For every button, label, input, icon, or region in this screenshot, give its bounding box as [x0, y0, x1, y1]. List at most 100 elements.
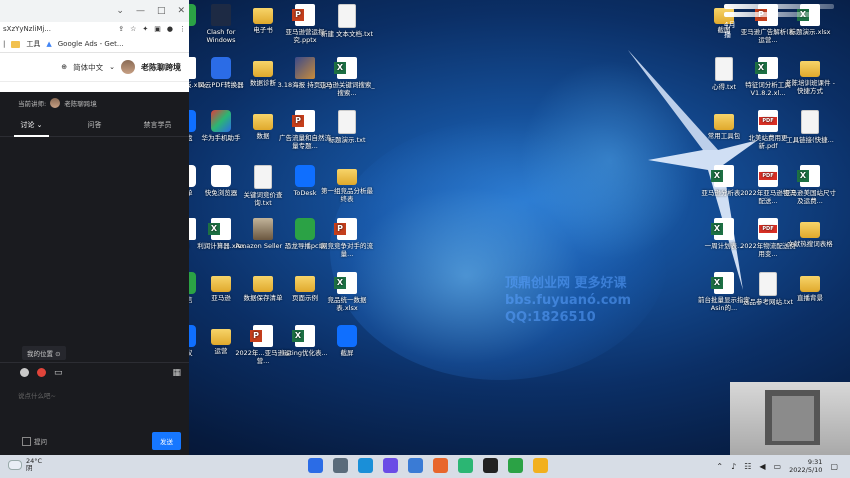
- desktop-icon[interactable]: 文献热搜词表格: [782, 218, 838, 248]
- taskbar-app-icon[interactable]: [383, 458, 398, 473]
- chevron-up-icon[interactable]: ⌃: [716, 462, 723, 471]
- volume-icon[interactable]: ◀: [759, 462, 765, 471]
- txt-icon: [715, 57, 733, 81]
- desktop-icon[interactable]: 截屏: [319, 325, 375, 357]
- taskbar-app-icon[interactable]: [483, 458, 498, 473]
- desktop-icon-label: 标题演示.txt: [328, 136, 366, 144]
- chevron-down-icon[interactable]: ⌄: [109, 63, 115, 71]
- taskbar-app-icon[interactable]: [433, 458, 448, 473]
- clock[interactable]: 9:31 2022/5/10: [789, 458, 822, 474]
- location-icon: ⊙: [55, 350, 61, 358]
- desktop-icon-label: 亚马逊美国站尺寸及运费...: [784, 189, 836, 205]
- chevron-down-icon[interactable]: ⌄: [116, 6, 124, 16]
- language-selector[interactable]: 简体中文: [73, 62, 103, 73]
- gift-icon[interactable]: [37, 368, 46, 377]
- menu-icon[interactable]: ⋮: [179, 25, 186, 33]
- extensions-icon[interactable]: ✦: [142, 25, 148, 33]
- my-position-button[interactable]: 我的位置 ⊙: [22, 346, 66, 360]
- avatar[interactable]: [121, 60, 135, 74]
- excel-icon: [208, 218, 231, 240]
- bookmark-tools[interactable]: 工具: [26, 39, 40, 49]
- pdf-icon: [758, 218, 778, 240]
- url-text[interactable]: sXzYyNzliMj...: [3, 25, 112, 33]
- desktop-icon[interactable]: 网竞竞争对手的流量...: [319, 218, 375, 258]
- tab-muted-students[interactable]: 禁言学员: [126, 114, 189, 136]
- widget-text: 播: [724, 31, 731, 39]
- desktop-icon-label: 截屏: [340, 349, 354, 357]
- presenter-name: 老陈聊跨境: [64, 100, 97, 108]
- emoji-icon[interactable]: [20, 368, 29, 377]
- tab-discussion[interactable]: 讨论 ⌄: [0, 114, 63, 137]
- app-hw-icon: [211, 110, 231, 132]
- tab-qa[interactable]: 问答: [63, 114, 126, 136]
- folder-icon: [800, 61, 820, 77]
- presenter-row: 当前讲师: 老陈聊跨境: [0, 92, 189, 114]
- folder-icon: [211, 329, 231, 345]
- tab-label: 问答: [87, 121, 102, 129]
- address-bar[interactable]: sXzYyNzliMj... ⇪ ☆ ✦ ▣ ● ⋮: [0, 22, 189, 36]
- taskbar-app-icon[interactable]: [533, 458, 548, 473]
- taskbar-app-icon[interactable]: [408, 458, 423, 473]
- weather-widget[interactable]: 24°C 阴: [8, 458, 42, 472]
- desktop-icon[interactable]: 亚马逊关键词搜索_搜索...: [319, 57, 375, 97]
- bookmark-folder-icon: [11, 40, 21, 48]
- pdf-icon: [758, 110, 778, 132]
- taskbar-app-icon[interactable]: [358, 458, 373, 473]
- app-amz-icon: [253, 218, 273, 240]
- profile-icon[interactable]: ●: [167, 25, 173, 33]
- microphone-icon[interactable]: ♪: [731, 462, 736, 471]
- folder-icon[interactable]: ▭: [54, 368, 63, 378]
- desktop-icon-label: 竞品统一数据表.xlsx: [327, 296, 367, 312]
- network-icon[interactable]: ☷: [744, 462, 751, 471]
- question-label: 提问: [34, 437, 47, 446]
- date: 2022/5/10: [789, 466, 823, 474]
- txt-icon: [338, 4, 356, 28]
- desktop-icon[interactable]: 直播背景: [782, 272, 838, 302]
- battery-icon[interactable]: ▭: [774, 462, 782, 471]
- taskbar-app-icon[interactable]: [458, 458, 473, 473]
- desktop-icon[interactable]: 标题演示.txt: [319, 110, 375, 144]
- desktop-icon[interactable]: 新建 文本文档.txt: [319, 4, 375, 38]
- desktop-icon[interactable]: 竞品统一数据表.xlsx: [319, 272, 375, 312]
- bookmark-divider: |: [3, 40, 6, 48]
- desktop-icon[interactable]: 工具链接(快捷...: [782, 110, 838, 144]
- chat-tabs: 讨论 ⌄ 问答 禁言学员: [0, 114, 189, 137]
- desktop-icon-label: 老陈培训班课件 - 快捷方式: [785, 79, 835, 95]
- grid-icon[interactable]: ▦: [172, 368, 181, 378]
- sidebar-icon[interactable]: ▣: [154, 25, 161, 33]
- folder-icon: [253, 61, 273, 77]
- title-bar: ⌄ — □ ✕: [0, 0, 189, 22]
- username[interactable]: 老陈聊跨境: [141, 62, 181, 73]
- desktop-icon[interactable]: 第一组竞品分析最终表: [319, 165, 375, 203]
- question-checkbox[interactable]: 提问: [22, 436, 47, 447]
- bookmarks-bar: | 工具 ▲ Google Ads - Get...: [0, 36, 189, 53]
- share-icon[interactable]: ⇪: [118, 25, 124, 33]
- excel-icon: [755, 57, 778, 79]
- app-wx-icon: [295, 218, 315, 240]
- chat-input[interactable]: 说点什么吧~: [18, 390, 56, 400]
- close-button[interactable]: ✕: [177, 6, 185, 16]
- folder-icon: [800, 222, 820, 238]
- desktop-icon-label: 工具链接(快捷...: [786, 136, 834, 144]
- bookmark-google-ads[interactable]: Google Ads - Get...: [58, 40, 124, 48]
- app-clash-icon: [211, 4, 231, 26]
- taskbar-app-icon[interactable]: [508, 458, 523, 473]
- desktop-icon[interactable]: 老陈培训班课件 - 快捷方式: [782, 57, 838, 95]
- desktop-icon[interactable]: 亚马逊美国站尺寸及运费...: [782, 165, 838, 205]
- folder-icon: [253, 8, 273, 24]
- maximize-button[interactable]: □: [157, 6, 166, 16]
- minimize-button[interactable]: —: [136, 6, 145, 16]
- excel-icon: [334, 57, 357, 79]
- time: 9:31: [807, 458, 823, 466]
- taskbar-app-icon[interactable]: [333, 458, 348, 473]
- txt-icon: [254, 165, 272, 189]
- notification-icon[interactable]: ▢: [830, 462, 838, 471]
- chat-messages-area[interactable]: [0, 138, 189, 342]
- taskbar-app-icon[interactable]: [308, 458, 323, 473]
- checkbox-icon[interactable]: [22, 437, 31, 447]
- globe-icon[interactable]: ⊕: [61, 63, 67, 71]
- star-icon[interactable]: ☆: [130, 25, 136, 33]
- ppt-icon: [250, 325, 273, 347]
- send-button[interactable]: 发送: [152, 432, 181, 450]
- app-kuai-icon: [211, 165, 231, 187]
